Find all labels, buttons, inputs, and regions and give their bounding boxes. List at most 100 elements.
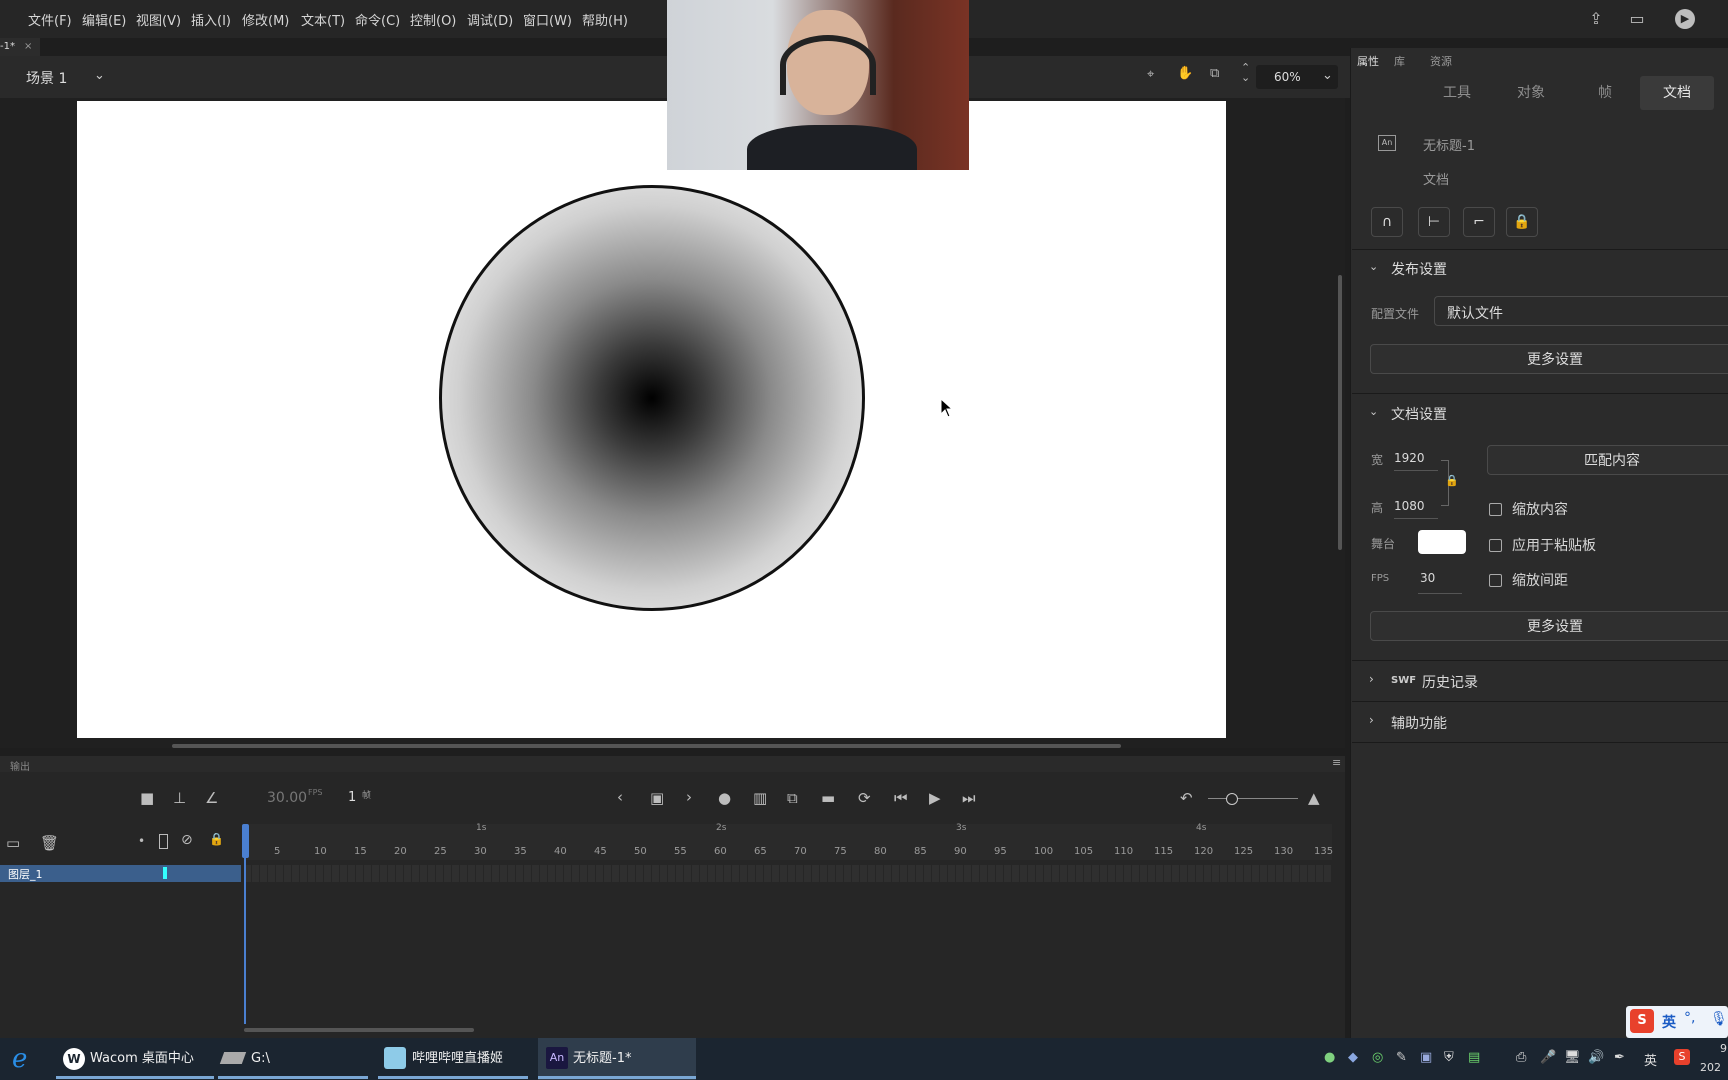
tab-frame[interactable]: 帧 — [1568, 76, 1642, 110]
microphone-icon[interactable]: 🎙 — [1710, 1011, 1728, 1027]
ruler-icon[interactable]: ⌐ — [1463, 207, 1495, 237]
step-back-icon[interactable]: ⏮ — [894, 789, 908, 807]
scene-label[interactable]: 场景 1 — [26, 68, 67, 88]
more-settings-button[interactable]: 更多设置 — [1370, 344, 1728, 374]
menu-view[interactable]: 视图(V) — [136, 10, 181, 29]
network-app-icon[interactable]: ◎ — [1372, 1050, 1383, 1065]
profile-select[interactable]: 默认文件 — [1434, 296, 1728, 326]
chevron-down-icon[interactable]: ⌄ — [94, 68, 105, 83]
zoom-select[interactable]: 60% ⌄ — [1256, 65, 1338, 89]
sogou-tray-icon[interactable]: S — [1674, 1049, 1690, 1065]
scale-spacing-checkbox[interactable] — [1489, 574, 1502, 587]
volume-icon[interactable]: 🔊 — [1588, 1050, 1604, 1065]
folder-icon[interactable]: ▭ — [6, 834, 20, 852]
clip-icon[interactable]: ⧉ — [1210, 66, 1219, 81]
apply-pasteboard-checkbox[interactable] — [1489, 539, 1502, 552]
chevron-left-icon[interactable]: ‹ — [617, 788, 623, 806]
keyframe-icon[interactable]: ▬ — [821, 789, 835, 807]
pen-icon[interactable]: ✒ — [1614, 1050, 1625, 1065]
swf-history-header[interactable]: 历史记录 — [1422, 672, 1478, 692]
taskbar-item-bilibili[interactable]: 哔哩哔哩直播姬 — [412, 1038, 503, 1080]
microphone-icon[interactable]: 🎤 — [1540, 1050, 1556, 1065]
close-icon[interactable]: × — [24, 41, 32, 52]
document-settings-header[interactable]: 文档设置 — [1391, 404, 1447, 424]
gradient-circle[interactable] — [439, 185, 865, 611]
step-forward-icon[interactable]: ⏭ — [962, 789, 976, 807]
menu-commands[interactable]: 命令(C) — [355, 10, 400, 29]
menu-file[interactable]: 文件(F) — [28, 10, 72, 29]
menu-icon[interactable]: ≡ — [1332, 756, 1341, 769]
ie-icon[interactable]: e — [12, 1044, 27, 1074]
ime-tray-label[interactable]: 英 — [1644, 1050, 1657, 1069]
camera-icon[interactable]: ■ — [140, 789, 154, 807]
chevron-right-icon[interactable]: › — [1369, 713, 1374, 727]
center-frame-icon[interactable]: ▣ — [650, 789, 664, 807]
edit-multiple-frames-icon[interactable]: ▥ — [753, 789, 767, 807]
shield-icon[interactable]: ◆ — [1348, 1050, 1358, 1065]
fps-display[interactable]: 30.00 — [267, 790, 307, 806]
magnet-icon[interactable]: ∩ — [1371, 207, 1403, 237]
menu-control[interactable]: 控制(O) — [410, 10, 456, 29]
chevron-right-icon[interactable]: › — [686, 788, 692, 806]
security-icon[interactable]: ⛨ — [1444, 1050, 1454, 1065]
zoom-slider[interactable] — [1208, 798, 1298, 799]
tab-properties[interactable]: 属性 — [1357, 53, 1379, 69]
menu-insert[interactable]: 插入(I) — [191, 10, 231, 29]
punctuation-icon[interactable]: °, — [1684, 1010, 1695, 1026]
dot-icon[interactable]: • — [138, 834, 145, 848]
undo-icon[interactable]: ↶ — [1180, 789, 1193, 807]
hand-icon[interactable]: ✋ — [1177, 66, 1193, 81]
chevron-down-icon[interactable]: ⌄ — [1369, 405, 1378, 418]
onion-skin-icon[interactable]: ● — [718, 789, 731, 807]
tab-tools[interactable]: 工具 — [1420, 76, 1494, 110]
eye-icon[interactable]: ⊘ — [181, 832, 193, 848]
match-content-button[interactable]: 匹配内容 — [1487, 445, 1728, 475]
layer-color-marker[interactable] — [163, 867, 167, 879]
publish-settings-header[interactable]: 发布设置 — [1391, 259, 1447, 279]
pen-tool-icon[interactable]: ✎ — [1396, 1050, 1407, 1065]
network-icon[interactable]: 🖥 — [1564, 1050, 1581, 1065]
mountain-icon[interactable]: ▲ — [1308, 789, 1320, 807]
clock-time[interactable]: 9 — [1720, 1042, 1727, 1055]
wechat-icon[interactable]: ● — [1324, 1050, 1335, 1065]
vertical-scrollbar[interactable] — [1338, 275, 1342, 550]
menu-modify[interactable]: 修改(M) — [242, 10, 289, 29]
horizontal-scrollbar[interactable] — [172, 744, 1121, 748]
fps-field[interactable]: 30 — [1420, 571, 1435, 585]
output-tab[interactable]: 输出 — [10, 758, 30, 773]
layer-name[interactable]: 图层_1 — [8, 866, 43, 882]
crop-icon[interactable]: ⊢ — [1418, 207, 1450, 237]
tab-library[interactable]: 库 — [1394, 53, 1405, 69]
lock-icon[interactable]: 🔒 — [1506, 207, 1538, 237]
menu-window[interactable]: 窗口(W) — [523, 10, 572, 29]
loop-icon[interactable]: ⟳ — [858, 789, 871, 807]
height-field[interactable]: 1080 — [1394, 499, 1425, 513]
tab-object[interactable]: 对象 — [1494, 76, 1568, 110]
rotate-stepper-icon[interactable]: ⌃ ⌄ — [1241, 62, 1250, 83]
menu-text[interactable]: 文本(T) — [301, 10, 345, 29]
timeline-scrollbar[interactable] — [244, 1028, 474, 1032]
insert-frame-icon[interactable]: ⧉ — [787, 789, 798, 807]
ime-mode[interactable]: 英 — [1662, 1012, 1676, 1032]
layer-frames[interactable] — [244, 865, 1332, 882]
scale-content-checkbox[interactable] — [1489, 503, 1502, 516]
layer-row[interactable]: 图层_1 — [0, 865, 241, 882]
layer-depth-icon[interactable]: ⊥ — [173, 789, 186, 807]
share-icon[interactable]: ⇪ — [1586, 9, 1606, 29]
taskbar-item-animate[interactable]: 无标题-1* — [573, 1038, 631, 1080]
accessibility-header[interactable]: 辅助功能 — [1391, 713, 1447, 733]
center-stage-icon[interactable]: ⌖ — [1147, 67, 1154, 82]
tab-assets[interactable]: 资源 — [1430, 53, 1452, 69]
lock-icon[interactable]: 🔒 — [209, 832, 224, 846]
menu-help[interactable]: 帮助(H) — [582, 10, 628, 29]
stage-color-swatch[interactable] — [1418, 530, 1466, 554]
app-tray-icon[interactable]: ▣ — [1420, 1050, 1432, 1065]
usb-icon[interactable]: ⎙ — [1516, 1050, 1526, 1065]
menu-edit[interactable]: 编辑(E) — [82, 10, 126, 29]
graph-icon[interactable]: ∠ — [205, 789, 218, 807]
ime-toolbar[interactable]: S 英 °, 🎙 — [1626, 1006, 1728, 1038]
workspace-icon[interactable]: ▭ — [1627, 9, 1647, 29]
document-tab[interactable]: -1* × — [0, 38, 40, 56]
width-field[interactable]: 1920 — [1394, 451, 1425, 465]
zoom-slider-thumb[interactable] — [1226, 793, 1238, 805]
